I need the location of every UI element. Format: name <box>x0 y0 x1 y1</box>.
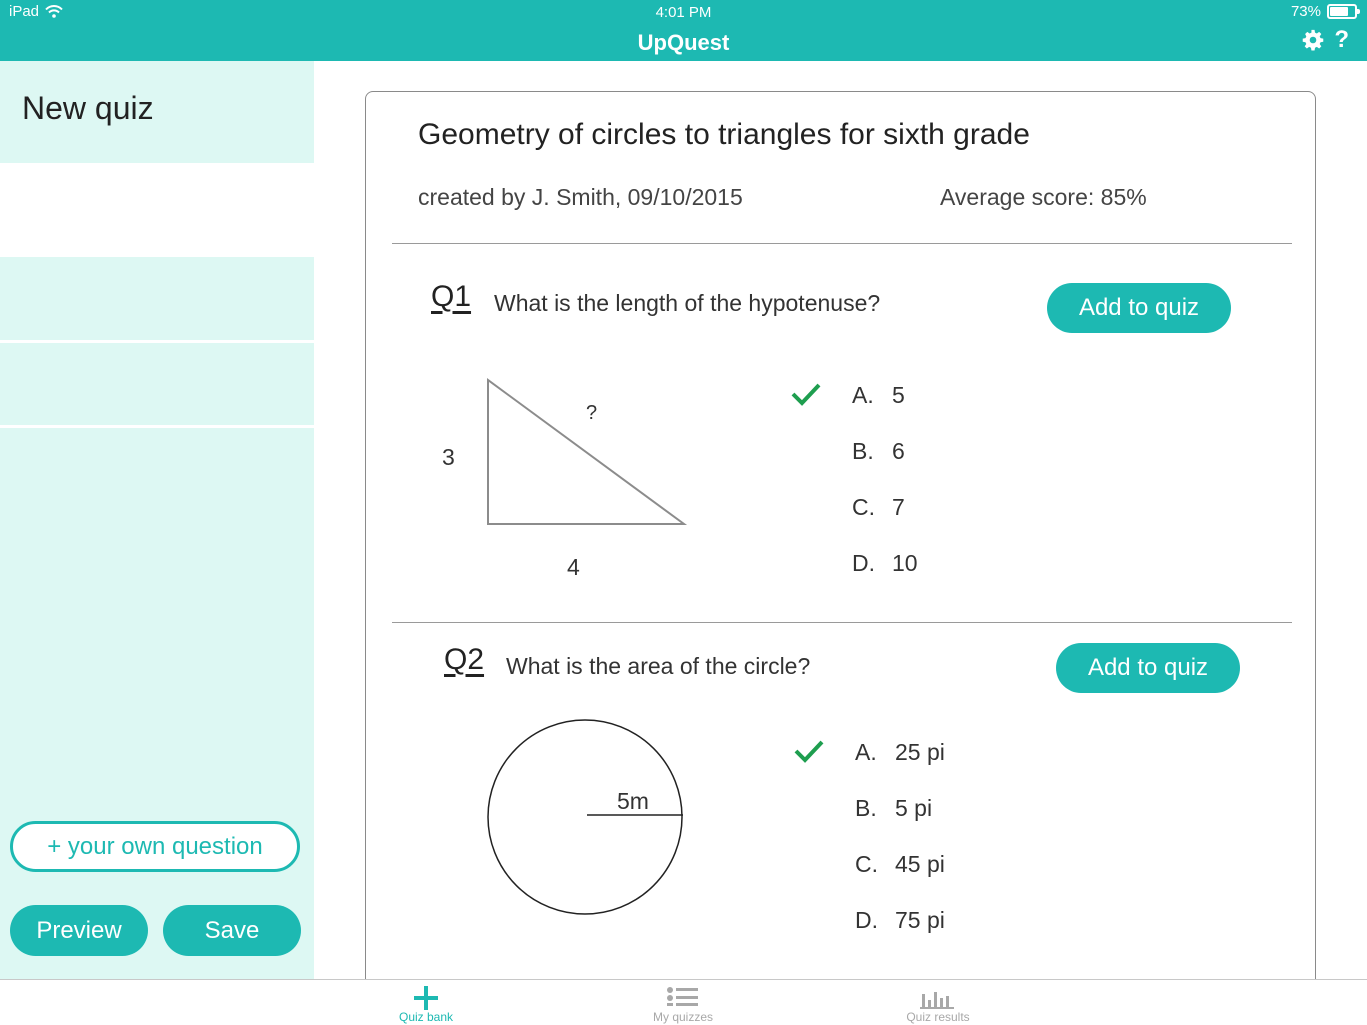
top-bar: iPad 4:01 PM 73% UpQuest ? <box>0 0 1367 61</box>
answer-option[interactable]: B. 6 <box>852 438 905 465</box>
tab-label: Quiz bank <box>398 1010 454 1024</box>
answer-letter: B. <box>852 438 874 464</box>
battery-icon <box>1327 4 1360 19</box>
check-icon <box>791 383 821 406</box>
answer-value: 25 pi <box>895 739 945 765</box>
tab-my-quizzes[interactable]: My quizzes <box>623 980 743 1025</box>
question-text: What is the area of the circle? <box>506 653 811 679</box>
sidebar-divider <box>0 425 314 428</box>
answer-letter: D. <box>855 907 878 933</box>
answer-option[interactable]: A. 5 <box>791 382 905 409</box>
answer-value: 75 pi <box>895 907 945 933</box>
answer-option[interactable]: A. 25 pi <box>794 739 945 766</box>
answer-letter: A. <box>855 739 877 765</box>
sidebar-slot-empty <box>0 163 314 257</box>
add-to-quiz-button[interactable]: Add to quiz <box>1047 283 1231 333</box>
question-number: Q1 <box>431 280 472 313</box>
tab-bar: Quiz bank My quizzes Quiz results <box>0 979 1367 1025</box>
status-right: 73% <box>1290 3 1360 20</box>
divider <box>392 622 1292 623</box>
list-icon <box>667 987 698 1006</box>
add-own-question-button[interactable]: + your own question <box>10 821 300 872</box>
hypotenuse-label: ? <box>586 402 598 424</box>
radius-label: 5m <box>617 788 649 814</box>
answer-letter: A. <box>852 382 874 408</box>
circle-figure: 5m <box>486 718 688 920</box>
gear-icon[interactable] <box>1302 29 1324 51</box>
answer-letter: C. <box>852 494 875 520</box>
answer-option[interactable]: D. 10 <box>852 550 918 577</box>
add-to-quiz-button[interactable]: Add to quiz <box>1056 643 1240 693</box>
help-button[interactable]: ? <box>1334 28 1349 52</box>
answer-value: 6 <box>892 438 905 464</box>
answer-letter: B. <box>855 795 877 821</box>
tab-quiz-bank[interactable]: Quiz bank <box>366 980 486 1025</box>
side-a-label: 3 <box>442 444 455 470</box>
average-score: Average score: 85% <box>940 184 1147 210</box>
answer-value: 7 <box>892 494 905 520</box>
preview-button[interactable]: Preview <box>10 905 148 956</box>
tab-quiz-results[interactable]: Quiz results <box>878 980 998 1025</box>
new-quiz-title: New quiz <box>22 90 154 126</box>
question-number: Q2 <box>444 643 485 676</box>
answer-value: 10 <box>892 550 918 576</box>
answer-option[interactable]: B. 5 pi <box>855 795 932 822</box>
bar-chart-icon <box>920 992 954 1009</box>
sidebar-divider <box>0 340 314 343</box>
triangle-figure: 3 4 ? <box>426 372 726 582</box>
triangle-shape <box>487 378 688 525</box>
quiz-card: Geometry of circles to triangles for six… <box>365 91 1316 991</box>
answer-value: 5 pi <box>895 795 933 821</box>
check-icon <box>794 740 824 763</box>
answer-value: 5 <box>892 382 905 408</box>
side-b-label: 4 <box>567 554 580 580</box>
answer-letter: D. <box>852 550 875 576</box>
tab-label: Quiz results <box>906 1010 970 1024</box>
circle-shape <box>487 719 683 915</box>
quiz-title: Geometry of circles to triangles for six… <box>418 118 1030 151</box>
answer-option[interactable]: D. 75 pi <box>855 907 945 934</box>
answer-value: 45 pi <box>895 851 945 877</box>
tab-label: My quizzes <box>652 1010 714 1024</box>
battery-percent: 73% <box>1290 3 1321 20</box>
plus-icon <box>414 986 438 1010</box>
divider <box>392 243 1292 244</box>
answer-letter: C. <box>855 851 878 877</box>
question-text: What is the length of the hypotenuse? <box>494 290 881 316</box>
quiz-author-date: created by J. Smith, 09/10/2015 <box>418 184 743 210</box>
save-button[interactable]: Save <box>163 905 301 956</box>
top-icons: ? <box>1302 28 1349 52</box>
battery-fill <box>1330 7 1348 16</box>
answer-option[interactable]: C. 45 pi <box>855 851 945 878</box>
answer-option[interactable]: C. 7 <box>852 494 905 521</box>
status-time: 4:01 PM <box>655 4 712 21</box>
app-title: UpQuest <box>637 30 730 55</box>
